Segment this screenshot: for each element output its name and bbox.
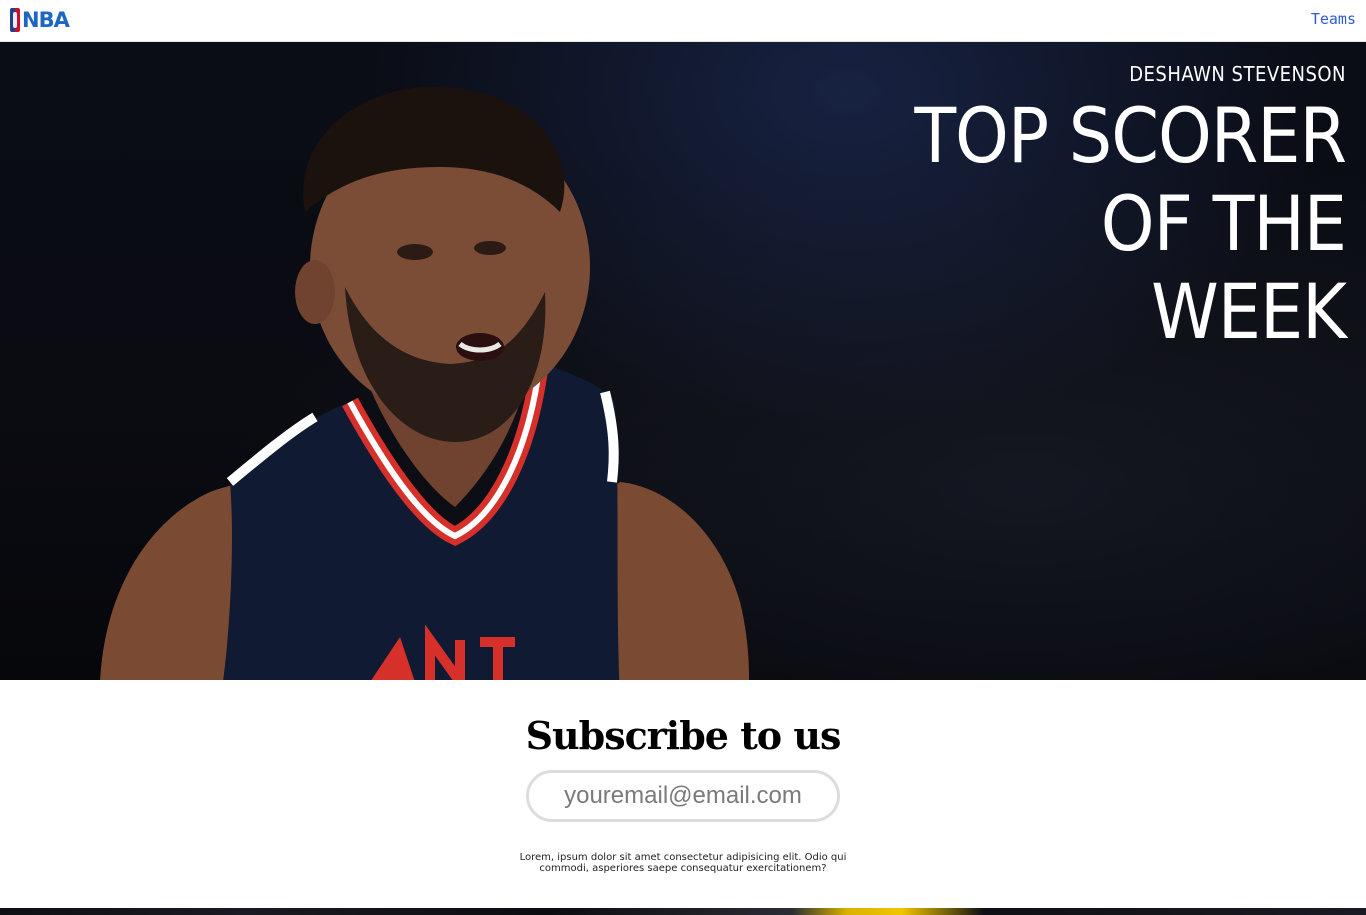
next-section-preview: [0, 908, 1366, 915]
top-navbar: NBA Teams: [0, 0, 1366, 42]
email-input[interactable]: [526, 770, 840, 822]
hero-title-line: OF THE: [1100, 179, 1347, 268]
player-photo: [100, 86, 750, 680]
hero-title-line: WEEK: [1151, 267, 1347, 356]
hero-title-line: TOP SCORER: [914, 91, 1347, 180]
nba-logo-link[interactable]: NBA: [10, 8, 70, 32]
subscribe-fine-print: Lorem, ipsum dolor sit amet consectetur …: [519, 852, 847, 874]
hero-title: TOP SCORER OF THE WEEK: [826, 91, 1347, 356]
subscribe-section: Subscribe to us Lorem, ipsum dolor sit a…: [0, 680, 1366, 908]
nba-logo-text: NBA: [22, 8, 70, 32]
hero-text-block: DESHAWN STEVENSON TOP SCORER OF THE WEEK: [826, 62, 1347, 356]
hero-player-name: DESHAWN STEVENSON: [1129, 62, 1346, 86]
nba-logo-icon: [10, 8, 20, 32]
nav-teams-link[interactable]: Teams: [1311, 10, 1356, 28]
hero-banner: DESHAWN STEVENSON TOP SCORER OF THE WEEK: [0, 42, 1366, 680]
subscribe-heading: Subscribe to us: [525, 713, 842, 758]
